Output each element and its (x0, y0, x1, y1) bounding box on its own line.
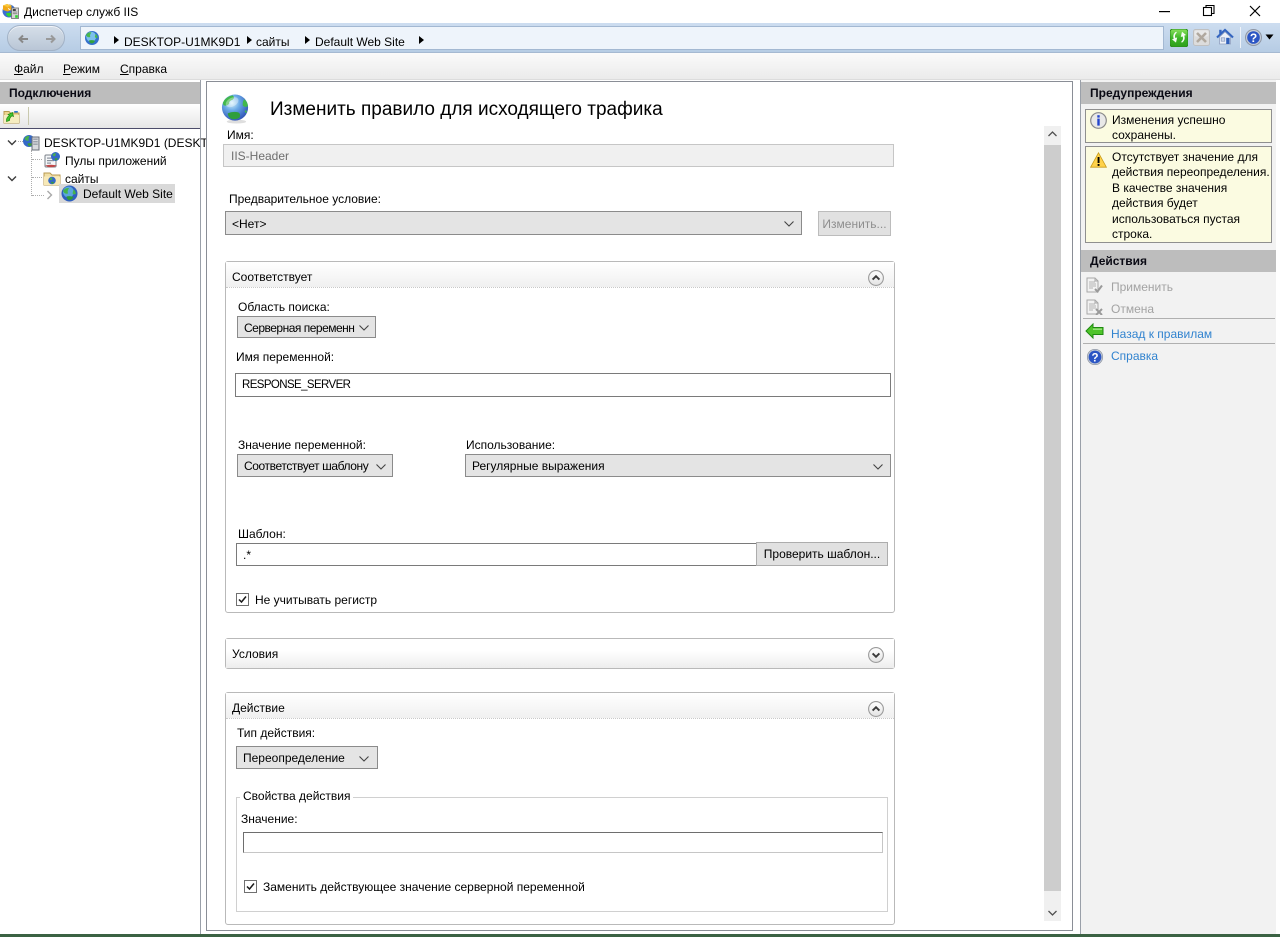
svg-text:?: ? (1250, 31, 1257, 45)
svg-text:?: ? (1091, 352, 1098, 364)
